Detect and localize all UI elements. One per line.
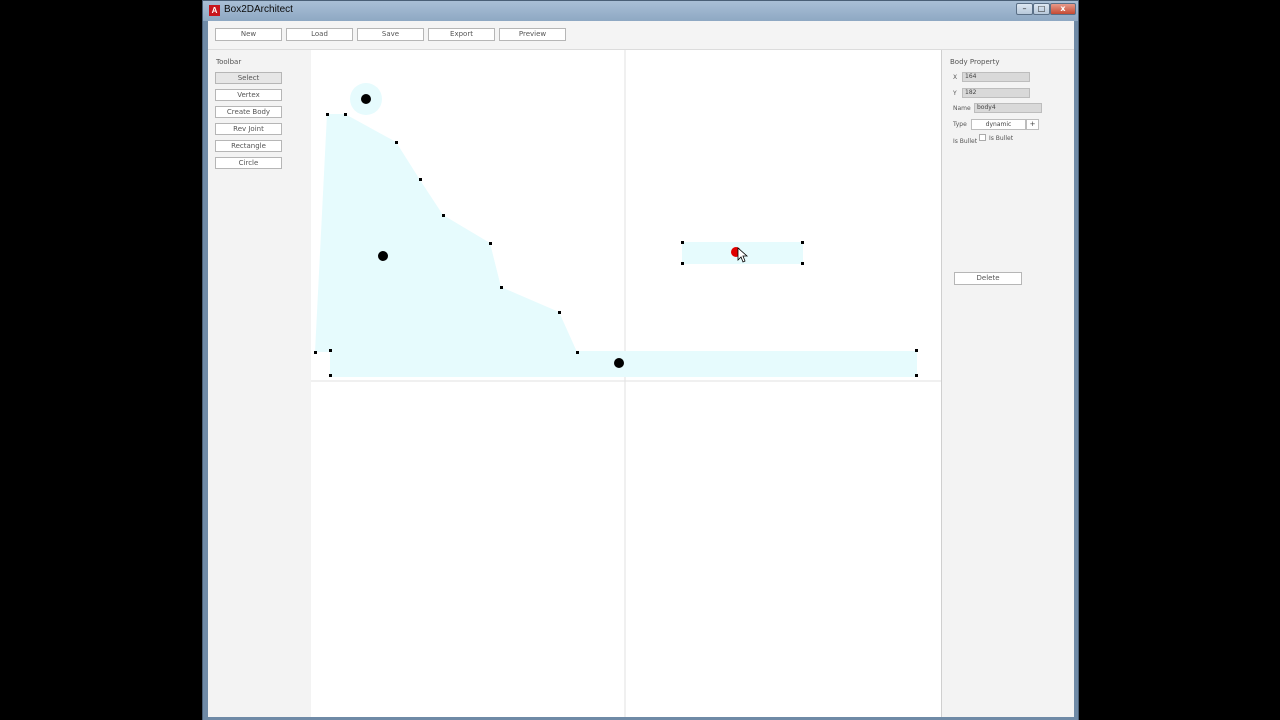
circle-body-center	[361, 94, 371, 104]
ground-body-center	[614, 358, 624, 368]
polygon-body-shape	[315, 114, 577, 352]
polygon-body-center	[378, 251, 388, 261]
vertex-handle	[500, 286, 503, 289]
x-field[interactable]: 164	[962, 72, 1030, 82]
window-title: Box2DArchitect	[224, 4, 293, 15]
close-button[interactable]: x	[1050, 3, 1076, 15]
save-button[interactable]: Save	[357, 28, 424, 41]
is-bullet-label: Is Bullet	[953, 138, 978, 145]
tool-rectangle-button[interactable]: Rectangle	[215, 140, 282, 152]
delete-button[interactable]: Delete	[954, 272, 1022, 285]
export-button[interactable]: Export	[428, 28, 495, 41]
minimize-button[interactable]: –	[1016, 3, 1033, 15]
title-bar[interactable]: A Box2DArchitect – □ x	[203, 1, 1078, 21]
name-label: Name	[953, 105, 971, 112]
client-area: New Load Save Export Preview Toolbar Sel…	[208, 21, 1074, 717]
type-dropdown-button[interactable]: +	[1026, 119, 1039, 130]
load-button[interactable]: Load	[286, 28, 353, 41]
name-field[interactable]: body4	[974, 103, 1042, 113]
preview-button[interactable]: Preview	[499, 28, 566, 41]
x-label: X	[953, 74, 958, 81]
vertex-handle	[681, 262, 684, 265]
y-label: Y	[953, 90, 957, 97]
vertex-handle	[329, 349, 332, 352]
tool-select-button[interactable]: Select	[215, 72, 282, 84]
vertex-handle	[801, 241, 804, 244]
tool-panel: Toolbar Select Vertex Create Body Rev Jo…	[208, 50, 311, 717]
body-property-title: Body Property	[950, 58, 1000, 66]
type-select[interactable]: dynamic	[971, 119, 1026, 130]
vertex-handle	[395, 141, 398, 144]
type-label: Type	[953, 121, 967, 128]
vertex-handle	[419, 178, 422, 181]
editor-canvas[interactable]	[311, 50, 941, 717]
canvas-drawing[interactable]	[311, 50, 941, 717]
is-bullet-checkbox-label: Is Bullet	[989, 135, 1014, 142]
vertex-handle	[915, 374, 918, 377]
vertex-handle	[558, 311, 561, 314]
y-field[interactable]: 182	[962, 88, 1030, 98]
vertex-handle	[314, 351, 317, 354]
body-property-panel: Body Property X 164 Y 182 Name body4 Typ…	[941, 50, 1074, 717]
vertex-handle	[915, 349, 918, 352]
app-logo-icon: A	[209, 5, 220, 16]
tool-circle-button[interactable]: Circle	[215, 157, 282, 169]
tool-create-body-button[interactable]: Create Body	[215, 106, 282, 118]
vertex-handle	[442, 214, 445, 217]
tool-vertex-button[interactable]: Vertex	[215, 89, 282, 101]
maximize-button[interactable]: □	[1033, 3, 1050, 15]
is-bullet-checkbox[interactable]	[979, 134, 986, 141]
vertex-handle	[344, 113, 347, 116]
vertex-handle	[329, 374, 332, 377]
vertex-handle	[576, 351, 579, 354]
top-toolbar: New Load Save Export Preview	[208, 21, 1074, 50]
vertex-handle	[326, 113, 329, 116]
vertex-handle	[681, 241, 684, 244]
vertex-handle	[801, 262, 804, 265]
app-window: A Box2DArchitect – □ x New Load Save Exp…	[202, 0, 1079, 720]
vertex-handle	[489, 242, 492, 245]
new-button[interactable]: New	[215, 28, 282, 41]
tool-rev-joint-button[interactable]: Rev Joint	[215, 123, 282, 135]
toolbar-title: Toolbar	[216, 58, 242, 66]
